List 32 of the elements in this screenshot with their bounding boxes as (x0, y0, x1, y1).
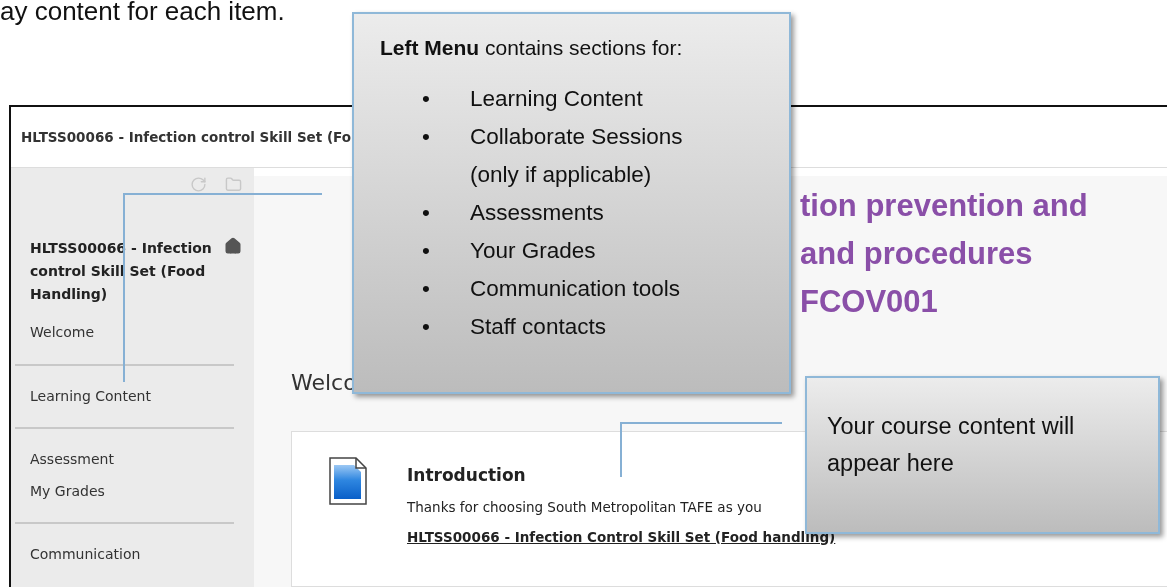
bullet: • (422, 313, 431, 341)
callout-list-item: Your Grades (470, 237, 597, 265)
document-icon (329, 457, 367, 505)
callout-text: Your course content will appear here (827, 412, 1076, 478)
course-link[interactable]: HLTSS00066 - Infection Control Skill Set (Food handling) (407, 529, 836, 545)
folder-icon[interactable] (225, 176, 242, 193)
callout-list-item: Staff contacts (470, 313, 607, 341)
bullet: • (422, 123, 431, 151)
refresh-icon[interactable] (190, 176, 207, 193)
sidebar-item[interactable]: My Grades (30, 483, 234, 499)
bullet: • (422, 85, 431, 113)
course-title: HLTSS00066 - Infection control Skill Set (Food Handling) (30, 239, 213, 304)
sidebar-item[interactable]: Welcome (30, 324, 234, 340)
callout-list-item: Collaborate Sessions (only if applicable) (470, 123, 684, 189)
document-text: ay content for each item. (0, 0, 285, 26)
bullet: • (422, 275, 431, 303)
home-icon[interactable] (224, 237, 242, 255)
page-heading: and procedures (800, 235, 1034, 273)
course-header-title: HLTSS00066 - Infection control Skill Set (Fo (21, 129, 352, 145)
callout-list-item: Assessments (470, 199, 605, 227)
bullet: • (422, 237, 431, 265)
page-heading: FCOV001 (800, 283, 939, 321)
page-heading: tion prevention and (800, 187, 1089, 225)
callout-title: Left Menu contains sections for: (380, 36, 684, 60)
sidebar-item[interactable]: Communication (30, 546, 234, 562)
callout-list-item: Learning Content (470, 85, 644, 113)
item-description: Thanks for choosing South Metropolitan TAFE as you (407, 499, 763, 515)
sidebar-item[interactable]: Assessment (30, 451, 234, 467)
bullet: • (422, 199, 431, 227)
callout-list-item: Communication tools (470, 275, 682, 303)
item-title: Introduction (407, 465, 527, 485)
sidebar-item[interactable]: Learning Content (30, 388, 234, 404)
